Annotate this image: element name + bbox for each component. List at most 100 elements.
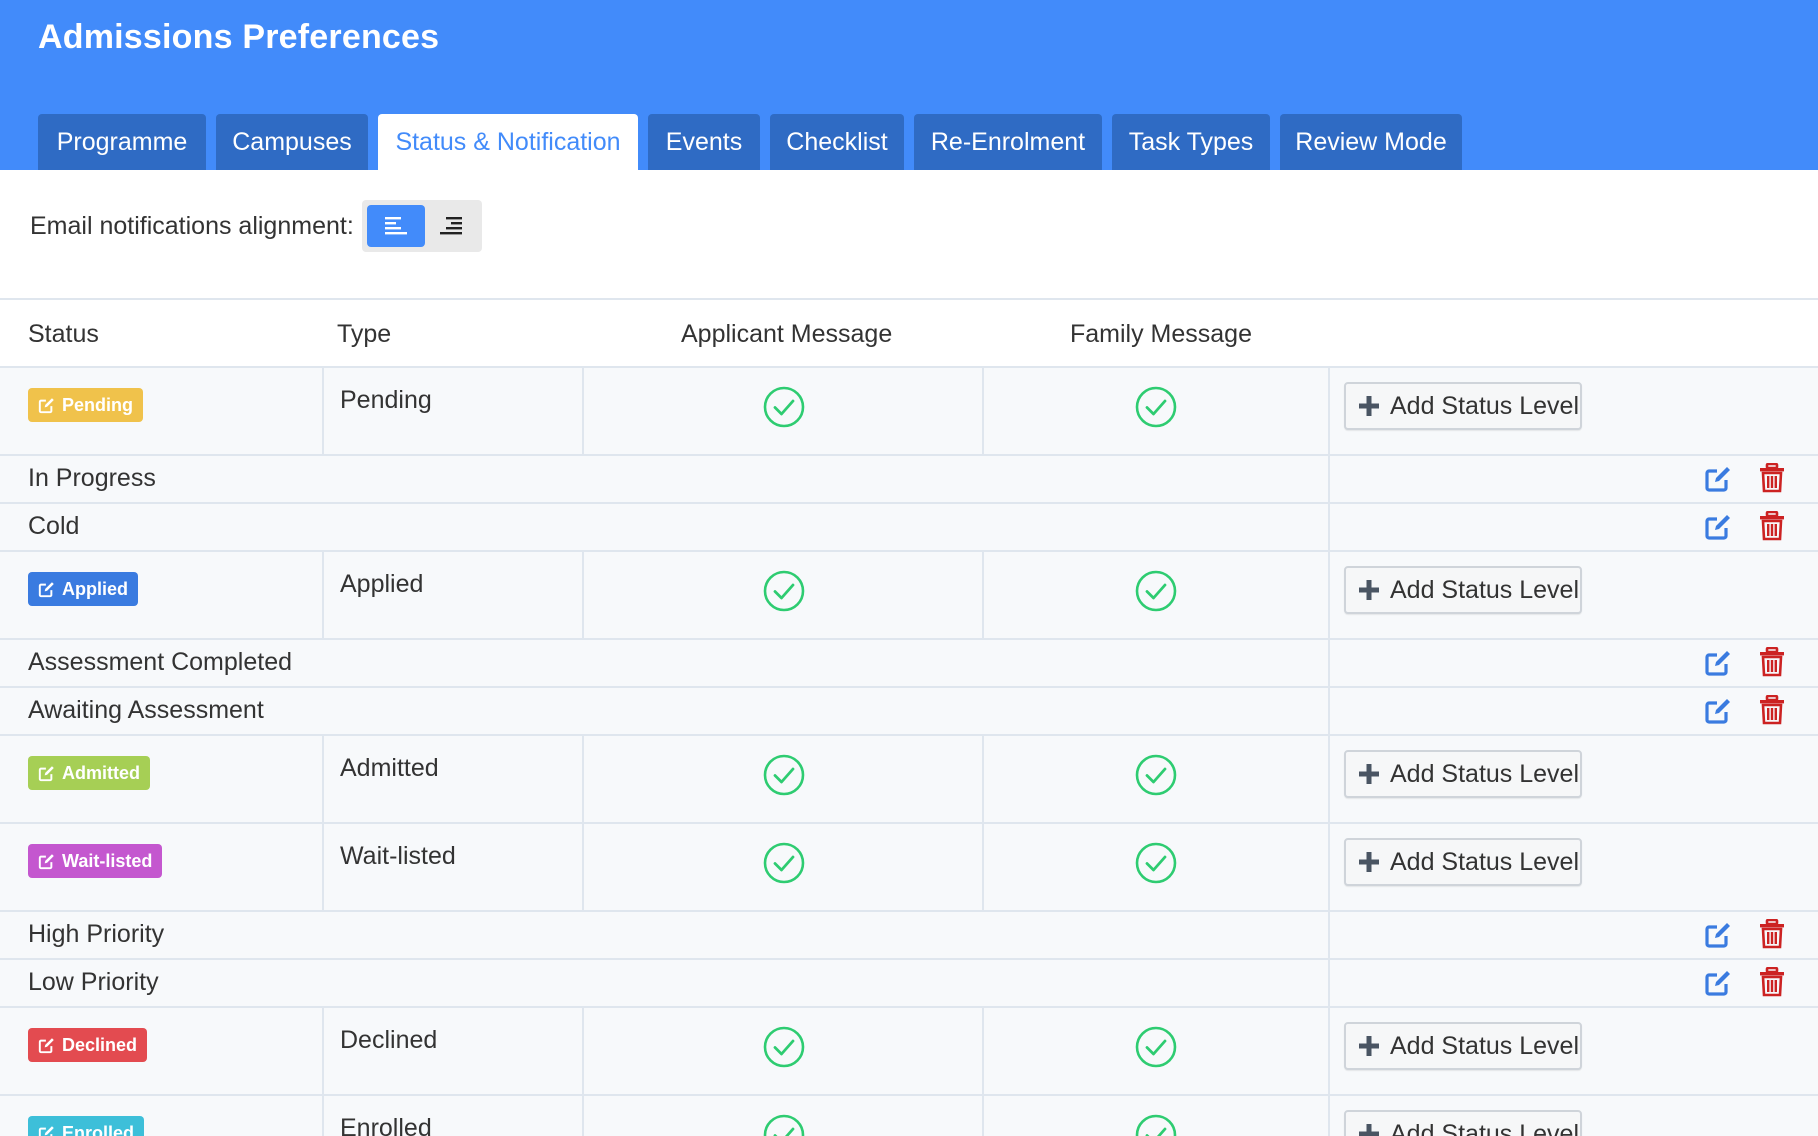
status-level-name: High Priority	[28, 920, 165, 948]
status-level-row: High Priority	[0, 912, 1818, 960]
tab-checklist[interactable]: Checklist	[770, 114, 904, 170]
status-row-pending: Pending Pending Add Status Level	[0, 368, 1818, 456]
column-divider	[582, 1096, 584, 1136]
status-badge-label: Pending	[62, 394, 133, 415]
status-badge-label: Declined	[62, 1034, 138, 1055]
column-divider	[982, 736, 984, 822]
edit-icon	[38, 765, 54, 781]
column-divider	[1328, 368, 1330, 454]
column-divider	[982, 552, 984, 638]
add-status-level-label: Add Status Level	[1390, 847, 1580, 876]
column-divider	[1328, 824, 1330, 910]
column-divider	[1328, 960, 1330, 1006]
plus-icon	[1359, 764, 1379, 784]
add-status-level-button[interactable]: Add Status Level	[1344, 382, 1582, 430]
trash-icon[interactable]	[1758, 967, 1786, 997]
tab-review-mode[interactable]: Review Mode	[1280, 114, 1462, 170]
add-status-level-label: Add Status Level	[1390, 759, 1580, 788]
plus-icon	[1359, 1036, 1379, 1056]
trash-icon[interactable]	[1758, 647, 1786, 677]
status-badge[interactable]: Wait-listed	[28, 844, 163, 878]
applicant-message-check-icon	[763, 754, 805, 796]
trash-icon[interactable]	[1758, 511, 1786, 541]
tab-campuses[interactable]: Campuses	[216, 114, 368, 170]
status-level-row: In Progress	[0, 456, 1818, 504]
family-message-check-icon	[1135, 386, 1177, 428]
email-alignment-setting: Email notifications alignment:	[30, 200, 482, 252]
edit-icon	[38, 853, 54, 869]
applicant-message-check-icon	[763, 1026, 805, 1068]
edit-icon[interactable]	[1704, 697, 1732, 725]
family-message-check-icon	[1135, 842, 1177, 884]
status-badge[interactable]: Applied	[28, 572, 138, 606]
applicant-message-check-icon	[763, 1114, 805, 1136]
status-level-name: Awaiting Assessment	[28, 696, 264, 724]
status-row-declined: Declined Declined Add Status Level	[0, 1008, 1818, 1096]
column-divider	[1328, 688, 1330, 734]
edit-icon[interactable]	[1704, 465, 1732, 493]
column-divider	[1328, 736, 1330, 822]
status-badge[interactable]: Admitted	[28, 756, 150, 790]
column-divider	[322, 736, 324, 822]
align-left-button[interactable]	[366, 205, 425, 247]
family-message-check-icon	[1135, 754, 1177, 796]
column-divider	[582, 824, 584, 910]
status-badge[interactable]: Enrolled	[28, 1116, 145, 1136]
column-divider	[982, 824, 984, 910]
column-divider	[582, 368, 584, 454]
tab-task-types[interactable]: Task Types	[1112, 114, 1270, 170]
column-header-applicant-message: Applicant Message	[681, 320, 893, 348]
column-divider	[582, 1008, 584, 1094]
column-divider	[1328, 640, 1330, 686]
header-bar: Admissions Preferences Programme Campuse…	[0, 0, 1818, 170]
edit-icon	[38, 1037, 54, 1053]
trash-icon[interactable]	[1758, 695, 1786, 725]
column-divider	[982, 1008, 984, 1094]
column-divider	[322, 1008, 324, 1094]
column-header-family-message: Family Message	[1070, 320, 1252, 348]
applicant-message-check-icon	[763, 386, 805, 428]
tab-events[interactable]: Events	[648, 114, 760, 170]
edit-icon[interactable]	[1704, 921, 1732, 949]
add-status-level-button[interactable]: Add Status Level	[1344, 566, 1582, 614]
column-divider	[1328, 1096, 1330, 1136]
edit-icon	[38, 397, 54, 413]
add-status-level-button[interactable]: Add Status Level	[1344, 1110, 1582, 1136]
column-divider	[982, 368, 984, 454]
add-status-level-button[interactable]: Add Status Level	[1344, 838, 1582, 886]
add-status-level-label: Add Status Level	[1390, 1031, 1580, 1060]
trash-icon[interactable]	[1758, 463, 1786, 493]
status-badge[interactable]: Declined	[28, 1028, 148, 1062]
status-level-name: Low Priority	[28, 968, 159, 996]
trash-icon[interactable]	[1758, 919, 1786, 949]
column-divider	[582, 736, 584, 822]
column-header-type: Type	[337, 320, 392, 348]
column-divider	[322, 368, 324, 454]
align-right-icon	[439, 217, 462, 235]
status-level-name: In Progress	[28, 464, 156, 492]
align-right-button[interactable]	[422, 205, 480, 247]
edit-icon[interactable]	[1704, 513, 1732, 541]
align-left-icon	[384, 217, 407, 235]
column-divider	[1328, 552, 1330, 638]
status-row-applied: Applied Applied Add Status Level	[0, 552, 1818, 640]
status-level-row: Low Priority	[0, 960, 1818, 1008]
status-level-row: Assessment Completed	[0, 640, 1818, 688]
column-divider	[1328, 456, 1330, 502]
email-alignment-label: Email notifications alignment:	[30, 211, 354, 240]
column-divider	[322, 1096, 324, 1136]
status-type: Applied	[340, 570, 424, 598]
edit-icon[interactable]	[1704, 969, 1732, 997]
tab-re-enrolment[interactable]: Re-Enrolment	[914, 114, 1102, 170]
tab-programme[interactable]: Programme	[38, 114, 206, 170]
add-status-level-button[interactable]: Add Status Level	[1344, 750, 1582, 798]
status-badge-label: Applied	[62, 578, 128, 599]
status-level-row: Awaiting Assessment	[0, 688, 1818, 736]
status-level-name: Cold	[28, 512, 80, 540]
edit-icon[interactable]	[1704, 649, 1732, 677]
tab-status-notification[interactable]: Status & Notification	[378, 114, 638, 170]
add-status-level-button[interactable]: Add Status Level	[1344, 1022, 1582, 1070]
plus-icon	[1359, 852, 1379, 872]
add-status-level-label: Add Status Level	[1390, 1119, 1580, 1136]
status-badge[interactable]: Pending	[28, 388, 143, 422]
